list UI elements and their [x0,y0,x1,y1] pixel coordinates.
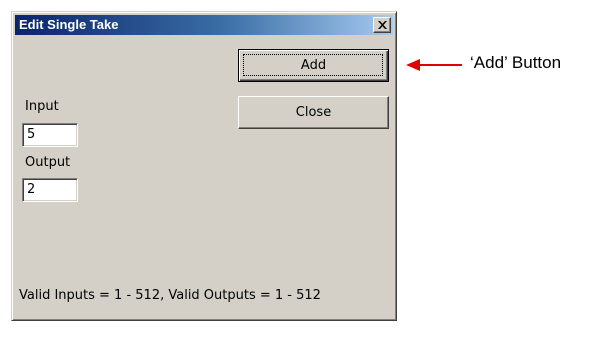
edit-single-take-dialog: Edit Single Take Add Close Input 5 Outpu… [11,11,397,321]
add-button-callout: ‘Add’ Button [470,53,562,72]
left-arrow-icon [406,59,462,71]
close-button-label: Close [295,105,332,120]
close-button[interactable]: Close [238,96,389,129]
add-button[interactable]: Add [238,49,389,82]
valid-range-status: Valid Inputs = 1 - 512, Valid Outputs = … [19,288,321,303]
output-label: Output [25,155,71,170]
add-button-label: Add [300,58,327,73]
window-title: Edit Single Take [19,17,119,32]
input-field[interactable]: 5 [22,123,78,147]
title-bar[interactable]: Edit Single Take [15,15,393,35]
input-label: Input [25,99,59,114]
close-x-icon [378,21,387,29]
window-close-button[interactable] [373,17,391,33]
output-field[interactable]: 2 [22,178,78,202]
